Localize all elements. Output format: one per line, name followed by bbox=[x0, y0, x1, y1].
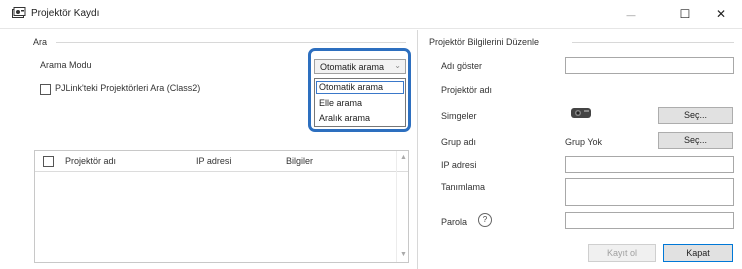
icons-label: Simgeler bbox=[441, 111, 477, 121]
register-button[interactable]: Kayıt ol bbox=[588, 244, 656, 262]
group-name-label: Grup adı bbox=[441, 137, 477, 147]
ip-address-input[interactable] bbox=[565, 156, 734, 173]
table-scrollbar[interactable]: ▲ ▼ bbox=[396, 151, 409, 262]
maximize-icon: ☐ bbox=[679, 7, 691, 21]
select-all-checkbox[interactable] bbox=[43, 156, 54, 167]
scroll-down-icon[interactable]: ▼ bbox=[400, 251, 407, 258]
pjlink-search-checkbox[interactable] bbox=[40, 84, 51, 95]
table-header: Projektör adı IP adresi Bilgiler bbox=[35, 151, 408, 172]
window-title: Projektör Kaydı bbox=[31, 8, 100, 19]
projector-icon bbox=[571, 108, 591, 118]
ip-address-label: IP adresi bbox=[441, 160, 477, 170]
edit-group-label: Projektör Bilgilerini Düzenle bbox=[429, 37, 540, 47]
close-icon: ✕ bbox=[715, 7, 727, 21]
projector-app-icon bbox=[12, 7, 26, 18]
pjlink-search-checkbox-row[interactable]: PJLink'teki Projektörleri Ara (Class2) bbox=[40, 83, 240, 97]
search-group-divider bbox=[56, 42, 406, 43]
description-label: Tanımlama bbox=[441, 182, 486, 192]
search-mode-option-auto[interactable]: Otomatik arama bbox=[315, 80, 405, 95]
title-bar: Projektör Kaydı — ☐ ✕ bbox=[0, 0, 742, 29]
projector-name-label: Projektör adı bbox=[441, 85, 493, 95]
column-ip-address[interactable]: IP adresi bbox=[196, 156, 231, 166]
group-select-button[interactable]: Seç... bbox=[658, 132, 733, 149]
scroll-up-icon[interactable]: ▲ bbox=[400, 154, 407, 161]
column-projector-name[interactable]: Projektör adı bbox=[65, 156, 116, 166]
close-window-button[interactable]: ✕ bbox=[703, 3, 739, 25]
search-mode-options: Otomatik arama Elle arama Aralık arama bbox=[314, 78, 406, 127]
maximize-button[interactable]: ☐ bbox=[667, 3, 703, 25]
search-mode-option-manual[interactable]: Elle arama bbox=[315, 96, 405, 111]
password-label: Parola bbox=[441, 217, 468, 227]
panel-separator bbox=[417, 30, 418, 269]
chevron-down-icon: ⌄ bbox=[394, 61, 401, 70]
pjlink-search-label: PJLink'teki Projektörleri Ara (Class2) bbox=[55, 83, 201, 93]
display-name-label: Adı göster bbox=[441, 61, 483, 71]
minimize-button[interactable]: — bbox=[613, 3, 649, 25]
display-name-input[interactable] bbox=[565, 57, 734, 74]
search-mode-label: Arama Modu bbox=[40, 60, 92, 70]
description-input[interactable] bbox=[565, 178, 734, 206]
icons-select-button[interactable]: Seç... bbox=[658, 107, 733, 124]
projector-table: Projektör adı IP adresi Bilgiler ▲ ▼ bbox=[34, 150, 409, 263]
column-info[interactable]: Bilgiler bbox=[286, 156, 313, 166]
edit-group-divider bbox=[572, 42, 734, 43]
search-mode-option-range[interactable]: Aralık arama bbox=[315, 111, 405, 126]
search-mode-dropdown[interactable]: Otomatik arama ⌄ bbox=[314, 59, 406, 74]
group-name-value: Grup Yok bbox=[565, 137, 603, 147]
search-group-label: Ara bbox=[33, 37, 48, 47]
password-help-icon[interactable]: ? bbox=[478, 213, 492, 227]
minimize-icon: — bbox=[626, 10, 636, 20]
search-mode-selected: Otomatik arama bbox=[320, 62, 385, 72]
password-input[interactable] bbox=[565, 212, 734, 229]
close-button[interactable]: Kapat bbox=[663, 244, 733, 262]
